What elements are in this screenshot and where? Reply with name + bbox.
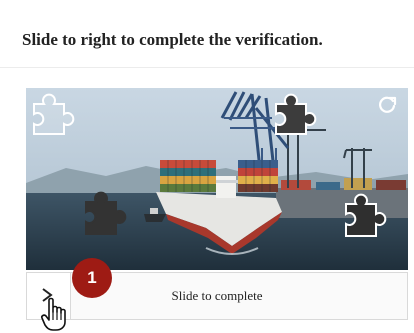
- page-title: Slide to right to complete the verificat…: [22, 30, 323, 49]
- puzzle-piece-icon: [275, 93, 317, 135]
- header: Slide to right to complete the verificat…: [0, 0, 414, 68]
- step-badge: 1: [72, 258, 112, 298]
- puzzle-slot-icon: [85, 191, 127, 235]
- puzzle-piece-outline-icon: [33, 93, 75, 135]
- captcha-image: [26, 88, 408, 270]
- puzzle-piece-target-icon: [345, 193, 387, 237]
- hand-pointer-icon: [41, 297, 66, 331]
- refresh-icon[interactable]: [374, 92, 400, 118]
